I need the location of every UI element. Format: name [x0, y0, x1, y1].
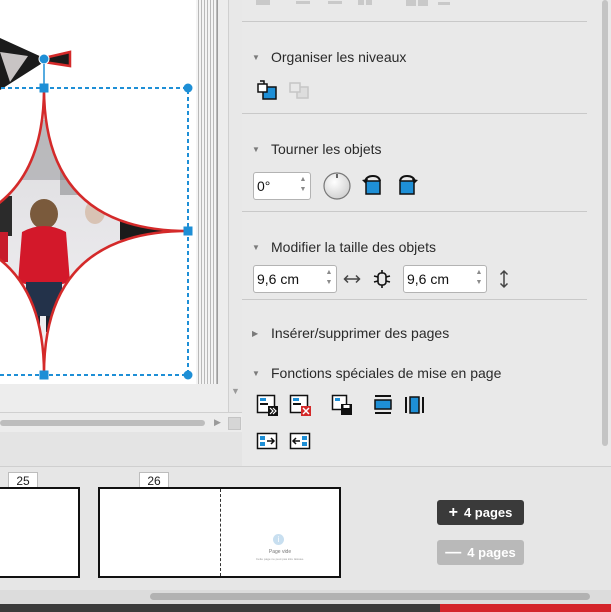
strip-horizontal-scrollbar[interactable] — [0, 590, 611, 604]
section-resize-header[interactable]: ▼ Modifier la taille des objets — [252, 239, 436, 255]
scroll-down-arrow-icon[interactable]: ▼ — [231, 386, 240, 396]
send-backward-icon — [288, 80, 310, 102]
divider — [242, 113, 587, 114]
align-to-page-icon[interactable] — [256, 430, 278, 452]
add-pages-label: 4 pages — [463, 505, 513, 520]
canvas-vertical-scrollbar[interactable]: ▼ — [228, 0, 242, 412]
alignment-toolbar — [252, 0, 582, 10]
section-rotate-header[interactable]: ▼ Tourner les objets — [252, 141, 382, 157]
vertical-arrows-icon — [493, 268, 515, 290]
canvas-horizontal-scrollbar[interactable]: ▶ — [0, 412, 242, 432]
page-thumbnail-26[interactable]: i Page vide Cette page ne peut pas être … — [98, 487, 341, 578]
rotate-left-icon[interactable] — [362, 174, 384, 196]
rotate-right-icon[interactable] — [396, 174, 418, 196]
collapse-triangle-icon: ▼ — [252, 368, 260, 378]
divider — [242, 211, 587, 212]
move-content-icon[interactable] — [256, 394, 278, 416]
object-height-value: 9,6 cm — [407, 271, 450, 287]
design-canvas[interactable] — [0, 0, 228, 412]
horizontal-arrows-icon — [341, 268, 363, 290]
page-fold-line — [220, 489, 221, 576]
proportional-lock-icon[interactable] — [371, 268, 393, 290]
scroll-right-arrow-icon[interactable]: ▶ — [214, 417, 221, 428]
divider — [242, 299, 587, 300]
info-icon: i — [273, 534, 284, 545]
page-overview-strip: 25 26 i Page vide Cette page ne peut pas… — [0, 466, 611, 590]
panel-scrollbar[interactable] — [599, 0, 611, 466]
height-stepper[interactable]: ▲ ▼ — [474, 268, 484, 290]
empty-page-title: Page vide — [268, 549, 292, 555]
section-pages-header[interactable]: ▶ Insérer/supprimer des pages — [252, 325, 449, 341]
add-pages-button[interactable]: + 4 pages — [437, 500, 524, 525]
object-height-field[interactable]: 9,6 cm ▲ ▼ — [403, 265, 487, 293]
collapse-triangle-icon: ▼ — [252, 144, 260, 154]
plus-icon: + — [448, 503, 458, 521]
page-thumbnail-25[interactable] — [0, 487, 80, 578]
bring-forward-icon[interactable] — [256, 80, 278, 102]
object-width-field[interactable]: 9,6 cm ▲ ▼ — [253, 265, 337, 293]
collapse-triangle-icon: ▼ — [252, 52, 260, 62]
photo-frame-object[interactable] — [0, 0, 228, 412]
object-tools-panel: ▼ Organiser les niveaux ▼ Tourner les ob… — [242, 0, 599, 466]
angle-stepper[interactable]: ▲ ▼ — [298, 175, 308, 197]
empty-page-hint: Cette page ne peut pas être laissée. — [255, 557, 305, 561]
scroll-corner — [228, 417, 241, 430]
object-width-value: 9,6 cm — [257, 271, 300, 287]
rotation-dial-icon[interactable] — [322, 171, 352, 201]
rotation-angle-value: 0° — [257, 178, 271, 194]
distribute-horizontal-icon[interactable] — [404, 394, 426, 416]
status-bar — [0, 604, 611, 612]
section-layout-title: Fonctions spéciales de mise en page — [271, 365, 502, 381]
remove-pages-label: 4 pages — [467, 545, 516, 560]
section-pages-title: Insérer/supprimer des pages — [271, 325, 450, 341]
status-bar-accent — [440, 604, 611, 612]
section-resize-title: Modifier la taille des objets — [271, 239, 436, 255]
distribute-vertical-icon[interactable] — [372, 394, 394, 416]
delete-content-icon[interactable] — [289, 394, 311, 416]
rotation-angle-field[interactable]: 0° ▲ ▼ — [253, 172, 311, 200]
remove-pages-button: — 4 pages — [437, 540, 524, 565]
section-levels-title: Organiser les niveaux — [271, 49, 407, 65]
panel-scroll-thumb[interactable] — [602, 0, 608, 446]
width-stepper[interactable]: ▲ ▼ — [324, 268, 334, 290]
minus-icon: — — [445, 543, 462, 561]
swap-pages-icon[interactable] — [289, 430, 311, 452]
strip-hscroll-thumb[interactable] — [150, 593, 590, 600]
expand-triangle-icon: ▶ — [252, 328, 259, 338]
section-layout-header[interactable]: ▼ Fonctions spéciales de mise en page — [252, 365, 501, 381]
section-levels-header[interactable]: ▼ Organiser les niveaux — [252, 49, 406, 65]
save-layout-icon[interactable] — [331, 394, 353, 416]
divider — [242, 21, 587, 22]
canvas-hscroll-thumb[interactable] — [0, 420, 205, 426]
section-rotate-title: Tourner les objets — [271, 141, 382, 157]
collapse-triangle-icon: ▼ — [252, 242, 260, 252]
